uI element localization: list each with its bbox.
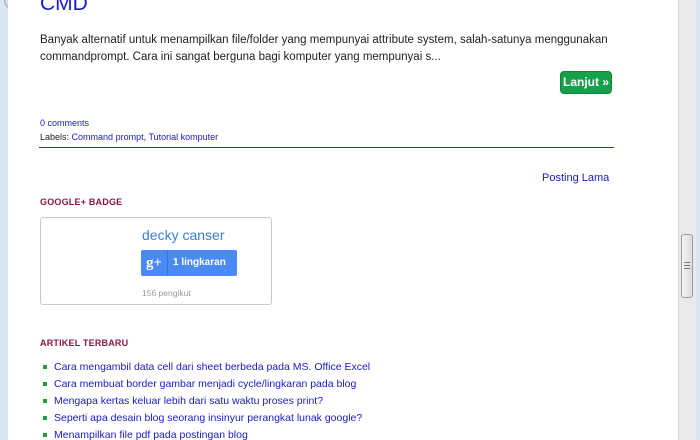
label-separator: , <box>143 132 147 142</box>
grip-line <box>684 268 690 269</box>
grip-line <box>684 262 690 263</box>
list-item: Cara membuat border gambar menjadi cycle… <box>42 376 370 393</box>
older-posts-link[interactable]: Posting Lama <box>542 172 609 184</box>
grip-line <box>684 265 690 266</box>
comments-link[interactable]: 0 comments <box>40 118 89 128</box>
label-link-command-prompt[interactable]: Command prompt <box>72 132 144 142</box>
read-more-button[interactable]: Lanjut » <box>560 71 612 94</box>
google-plus-icon: g+ <box>141 250 168 276</box>
post-snippet: Banyak alternatif untuk menampilkan file… <box>40 34 608 63</box>
list-item: Menampilkan file pdf pada postingan blog <box>42 427 370 440</box>
scrollbar-thumb[interactable] <box>681 234 693 298</box>
list-item: Cara mengambil data cell dari sheet berb… <box>42 359 370 376</box>
list-item: Seperti apa desain blog seorang insinyur… <box>42 410 370 427</box>
recent-articles-list: Cara mengambil data cell dari sheet berb… <box>42 359 370 440</box>
post-divider <box>39 147 614 148</box>
gplus-follow-button[interactable]: g+ 1 lingkaran <box>141 250 237 276</box>
bullet-icon <box>43 416 47 420</box>
bullet-icon <box>43 399 47 403</box>
label-link-tutorial-komputer[interactable]: Tutorial komputer <box>148 132 218 142</box>
article-link[interactable]: Mengapa kertas keluar lebih dari satu wa… <box>54 395 323 407</box>
labels-prefix: Labels: <box>40 132 70 142</box>
article-link[interactable]: Cara mengambil data cell dari sheet berb… <box>54 361 370 373</box>
recent-articles-title: ARTIKEL TERBARU <box>40 338 129 348</box>
gplus-profile-name[interactable]: decky canser <box>142 227 224 243</box>
article-link[interactable]: Seperti apa desain blog seorang insinyur… <box>54 412 362 424</box>
page-viewport: CMD Banyak alternatif untuk menampilkan … <box>8 0 678 440</box>
gplus-follow-label: 1 lingkaran <box>173 257 226 268</box>
bullet-icon <box>43 433 47 437</box>
vertical-scrollbar[interactable] <box>678 0 696 440</box>
bullet-icon <box>43 382 47 386</box>
post-footer: 0 comments Labels: Command prompt, Tutor… <box>40 116 218 144</box>
list-item: Mengapa kertas keluar lebih dari satu wa… <box>42 393 370 410</box>
gplus-badge-title: GOOGLE+ BADGE <box>40 197 123 207</box>
post-title[interactable]: CMD <box>40 0 88 16</box>
bullet-icon <box>43 365 47 369</box>
gplus-followers-count: 156 pengikut <box>142 288 191 298</box>
article-link[interactable]: Menampilkan file pdf pada postingan blog <box>54 429 248 440</box>
browser-window: CMD Banyak alternatif untuk menampilkan … <box>0 0 700 440</box>
gplus-badge-card: decky canser g+ 1 lingkaran 156 pengikut <box>40 217 272 305</box>
article-link[interactable]: Cara membuat border gambar menjadi cycle… <box>54 378 356 390</box>
